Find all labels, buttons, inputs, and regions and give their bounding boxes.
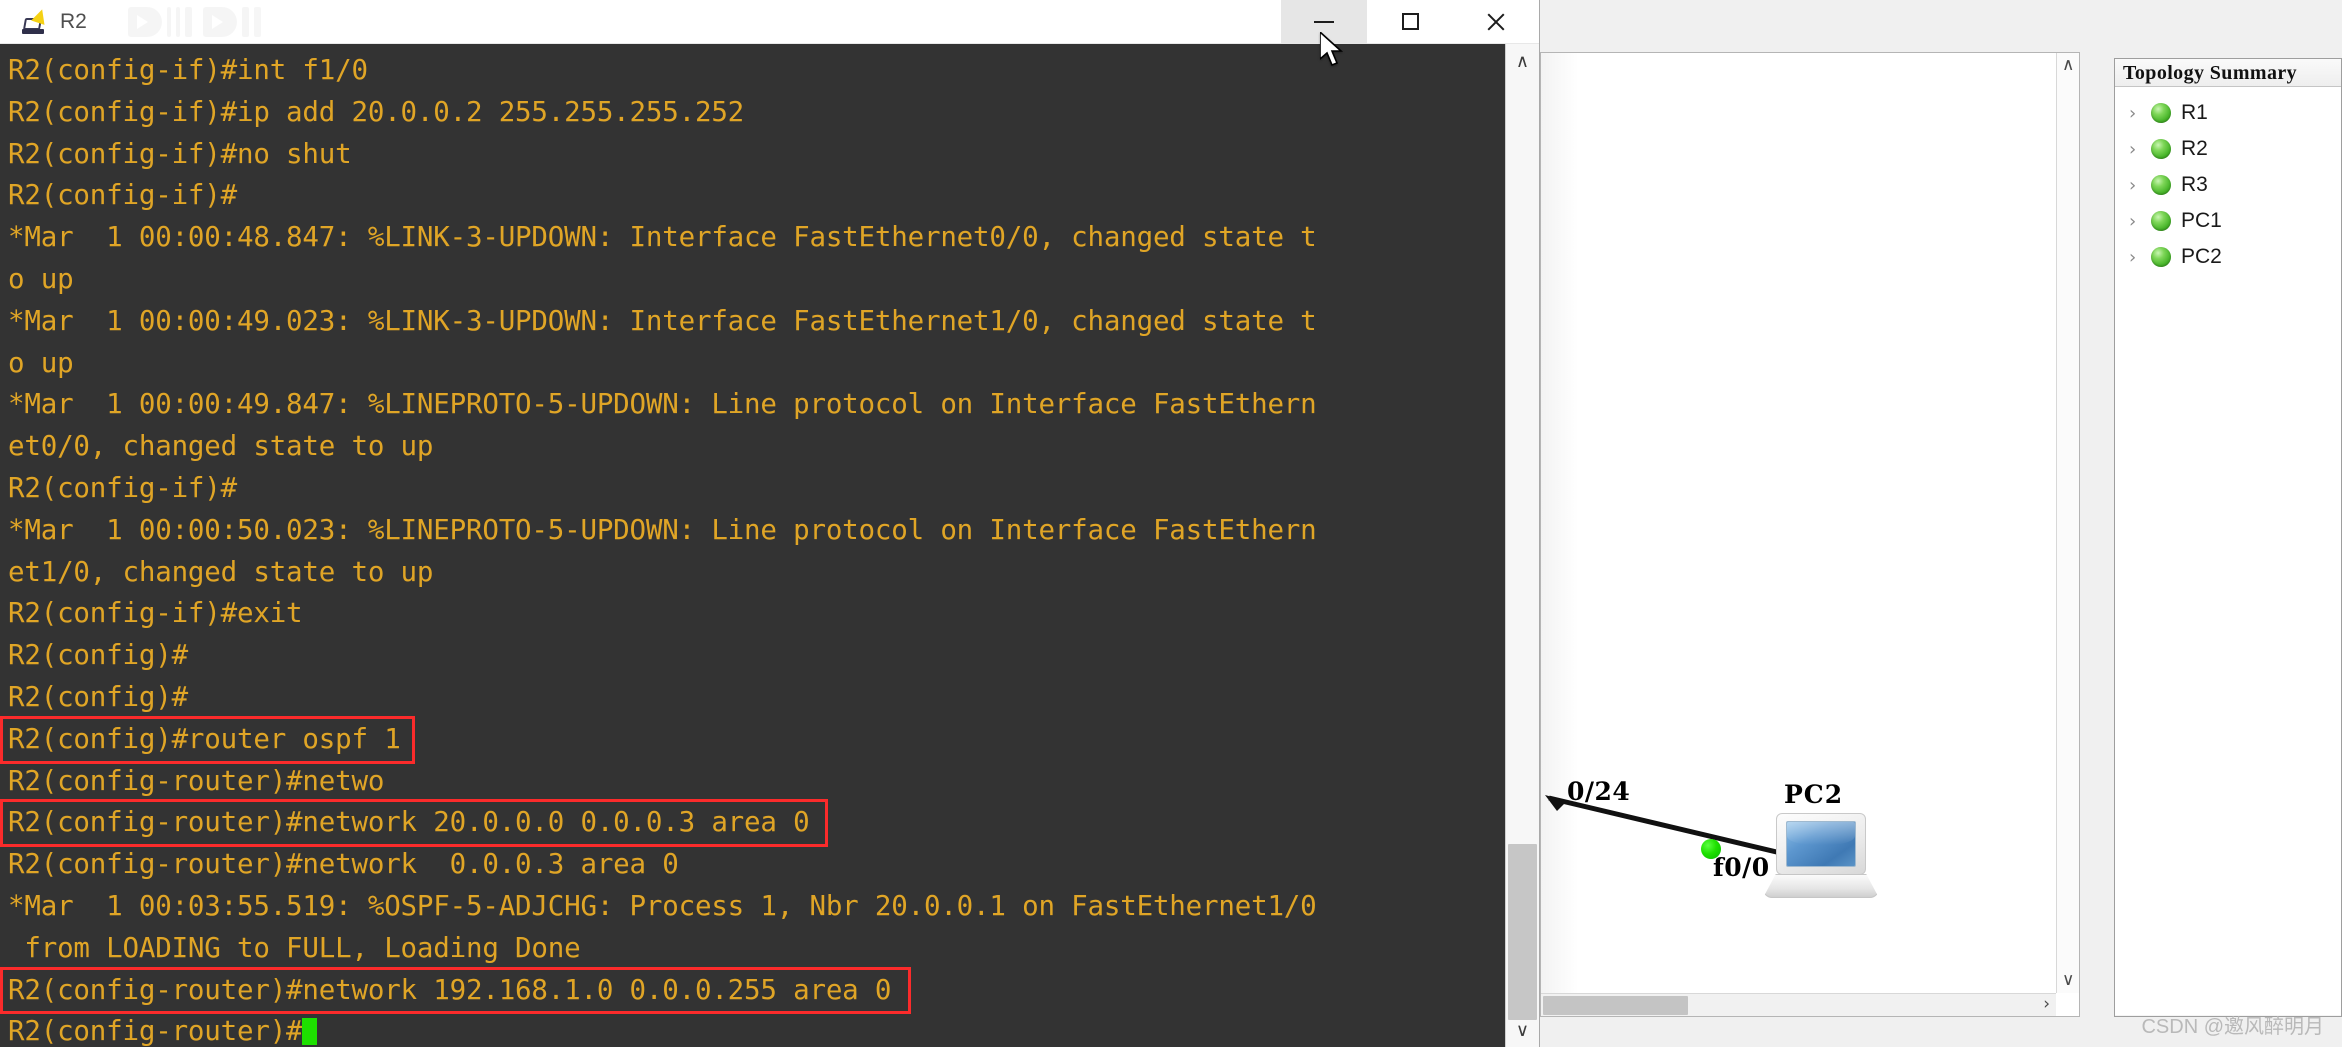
node-label-pc2: PC2 xyxy=(1784,780,1844,809)
topology-node-pc1[interactable]: › PC1 xyxy=(2119,203,2341,239)
laptop-base xyxy=(1763,874,1879,898)
interface-label: f0/0 xyxy=(1713,853,1770,882)
topology-summary-panel: Topology Summary › R1 › R2 › R3 › PC1 › … xyxy=(2114,58,2342,1017)
canvas-surface[interactable]: 0/24 PC2 f0/0 xyxy=(1541,53,2079,1016)
router-console-icon xyxy=(22,6,49,35)
topology-node-r3[interactable]: › R3 xyxy=(2119,167,2341,203)
terminal-line: R2(config-router)# xyxy=(8,1011,1497,1047)
terminal-line: R2(config-router)#network 20.0.0.0 0.0.0… xyxy=(8,806,810,839)
terminal-line: R2(config-if)# xyxy=(8,179,237,212)
terminal-line: R2(config-if)#int f1/0 xyxy=(8,54,368,86)
window-titlebar[interactable]: R2 xyxy=(0,0,1539,44)
terminal-line: R2(config-router)#network 0.0.0.3 area 0 xyxy=(8,848,679,881)
canvas-vertical-scrollbar[interactable]: ∧ ∨ xyxy=(2056,53,2079,993)
terminal-line: R2(config)# xyxy=(8,639,188,672)
topology-canvas[interactable]: 0/24 PC2 f0/0 ∧ ∨ › xyxy=(1540,52,2080,1017)
terminal-line: o up xyxy=(8,262,74,295)
console-window-r2: R2 R2(config-if)#int f1/0 R2(config-if)#… xyxy=(0,0,1540,1047)
topology-node-pc2[interactable]: › PC2 xyxy=(2119,239,2341,275)
terminal-output-area[interactable]: R2(config-if)#int f1/0 R2(config-if)#ip a… xyxy=(0,44,1539,1047)
terminal-line: *Mar 1 00:00:49.847: %LINEPROTO-5-UPDOWN… xyxy=(8,388,1317,421)
canvas-scroll-up-icon[interactable]: ∧ xyxy=(2062,57,2074,74)
terminal-line: et1/0, changed state to up xyxy=(8,555,434,588)
canvas-scroll-right-icon[interactable]: › xyxy=(2043,996,2050,1013)
screen-root: 0/24 PC2 f0/0 ∧ ∨ › Topology Summary › R… xyxy=(0,0,2342,1047)
terminal-line: R2(config-if)# xyxy=(8,471,237,504)
chevron-right-icon[interactable]: › xyxy=(2129,247,2141,268)
chevron-right-icon[interactable]: › xyxy=(2129,175,2141,196)
terminal-line: R2(config-if)#exit xyxy=(8,597,303,630)
terminal-line: *Mar 1 00:00:49.023: %LINK-3-UPDOWN: Int… xyxy=(8,304,1317,337)
terminal-line: R2(config)# xyxy=(8,680,188,713)
minimize-icon xyxy=(1314,20,1334,23)
status-led-icon xyxy=(2151,247,2171,267)
topology-node-r2[interactable]: › R2 xyxy=(2119,131,2341,167)
topology-node-label: PC2 xyxy=(2181,245,2222,268)
terminal-line: R2(config-if)#ip add 20.0.0.2 255.255.25… xyxy=(8,95,745,128)
terminal-line: *Mar 1 00:00:50.023: %LINEPROTO-5-UPDOWN… xyxy=(8,513,1317,546)
chevron-right-icon[interactable]: › xyxy=(2129,211,2141,232)
topology-node-label: R2 xyxy=(2181,137,2208,160)
topology-node-label: PC1 xyxy=(2181,209,2222,232)
terminal-line: R2(config-router)#network 192.168.1.0 0.… xyxy=(8,973,892,1006)
canvas-scroll-down-icon[interactable]: ∨ xyxy=(2062,972,2074,989)
terminal-line: o up xyxy=(8,346,74,379)
terminal-scroll-thumb[interactable] xyxy=(1508,844,1537,1020)
canvas-hscroll-thumb[interactable] xyxy=(1543,996,1688,1015)
laptop-lid xyxy=(1776,813,1866,875)
chevron-right-icon[interactable]: › xyxy=(2129,103,2141,124)
bilibili-watermark-icon xyxy=(128,0,261,44)
terminal-scroll-up-button[interactable]: ∧ xyxy=(1506,44,1539,78)
topology-node-label: R1 xyxy=(2181,101,2208,124)
close-icon xyxy=(1485,11,1507,33)
terminal-scroll-down-button[interactable]: ∨ xyxy=(1506,1013,1539,1047)
link-label: 0/24 xyxy=(1567,777,1631,806)
terminal-cursor xyxy=(302,1018,318,1046)
status-led-icon xyxy=(2151,139,2171,159)
topology-summary-title: Topology Summary xyxy=(2115,59,2341,87)
status-led-icon xyxy=(2151,175,2171,195)
close-button[interactable] xyxy=(1453,0,1539,44)
topology-node-label: R3 xyxy=(2181,173,2208,196)
canvas-horizontal-scrollbar[interactable]: › xyxy=(1541,993,2056,1016)
status-led-icon xyxy=(2151,211,2171,231)
topology-node-r1[interactable]: › R1 xyxy=(2119,95,2341,131)
terminal-vertical-scrollbar[interactable]: ∧ ∨ xyxy=(1505,44,1539,1047)
laptop-icon[interactable] xyxy=(1763,813,1879,899)
topology-node-tree: › R1 › R2 › R3 › PC1 › PC2 xyxy=(2115,87,2341,1015)
terminal-line: *Mar 1 00:00:48.847: %LINK-3-UPDOWN: Int… xyxy=(8,221,1317,254)
chevron-right-icon[interactable]: › xyxy=(2129,139,2141,160)
terminal-line: from LOADING to FULL, Loading Done xyxy=(8,931,581,964)
terminal-line: et0/0, changed state to up xyxy=(8,430,434,463)
csdn-watermark: CSDN @邀风醉明月 xyxy=(2141,1016,2324,1038)
maximize-button[interactable] xyxy=(1367,0,1453,44)
window-title: R2 xyxy=(60,9,87,33)
terminal-line: *Mar 1 00:03:55.519: %OSPF-5-ADJCHG: Pro… xyxy=(8,889,1317,922)
terminal-line: R2(config-router)#netwo xyxy=(8,764,385,797)
terminal-text: R2(config-if)#int f1/0 R2(config-if)#ip a… xyxy=(8,50,1497,1047)
status-led-icon xyxy=(2151,103,2171,123)
terminal-line: R2(config-if)#no shut xyxy=(8,137,352,170)
terminal-line: R2(config)#router ospf 1 xyxy=(8,722,401,755)
maximize-icon xyxy=(1401,13,1419,30)
laptop-screen xyxy=(1786,821,1856,867)
